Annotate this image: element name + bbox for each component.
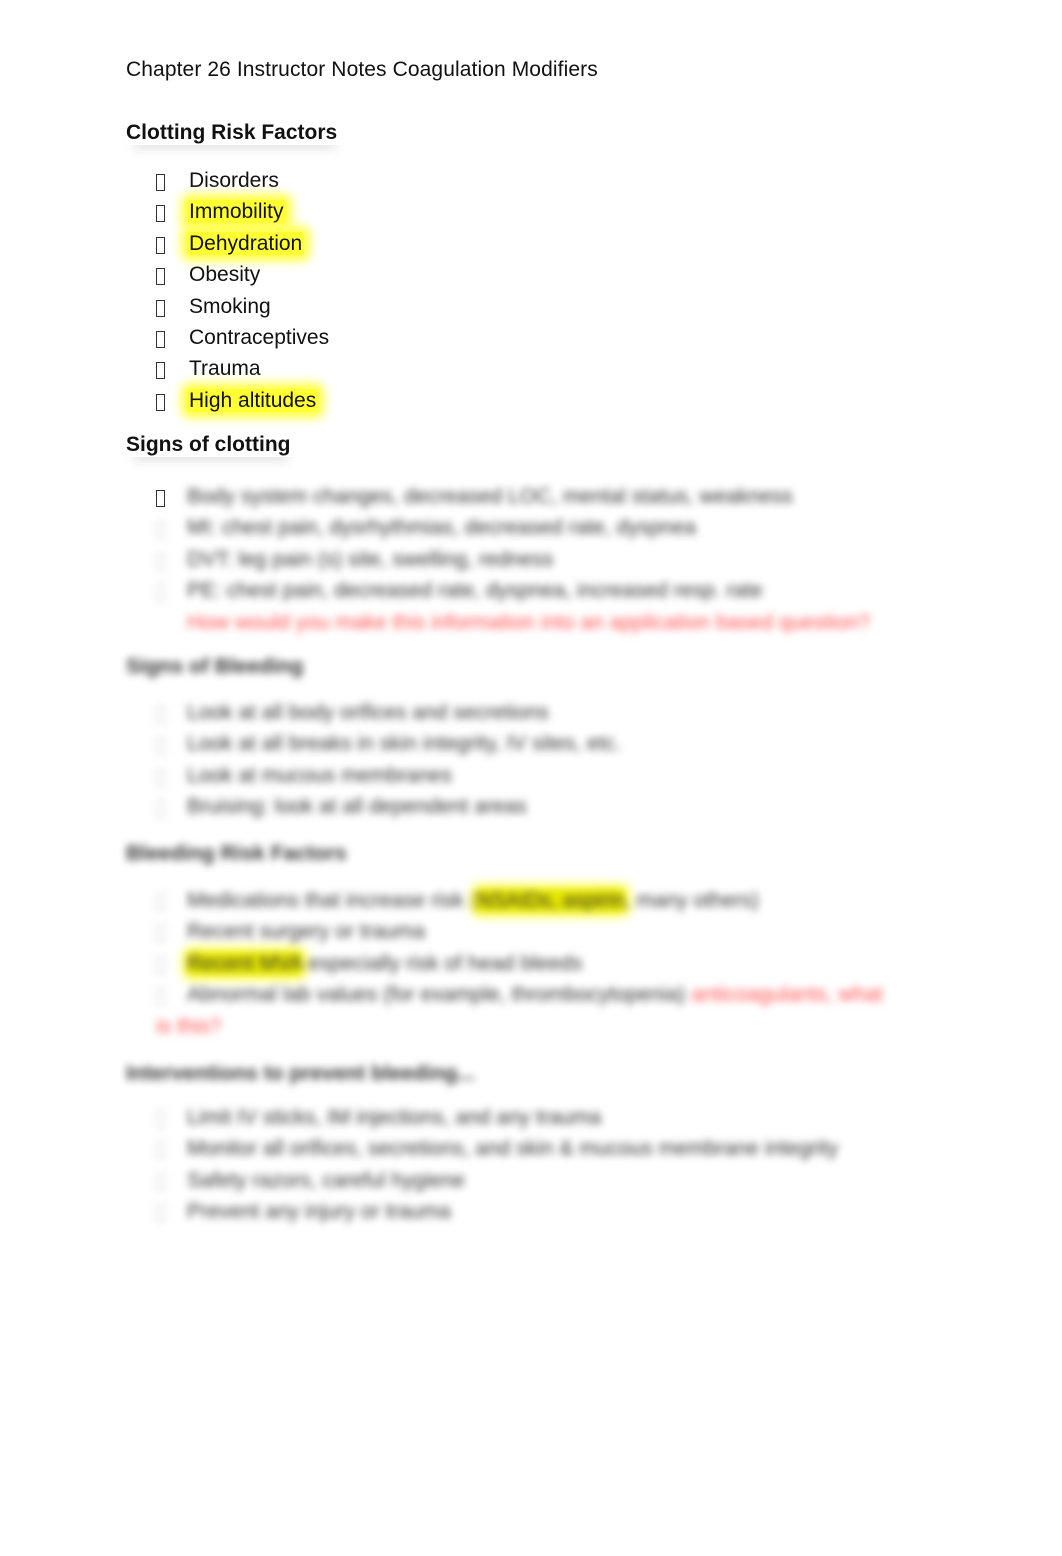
list-item-text: Abnormal lab values (for example, thromb… xyxy=(187,983,692,1007)
highlighted-text: NSAIDs, aspirin xyxy=(476,889,625,912)
list-item-text: Recent surgery or trauma xyxy=(187,920,426,944)
bullet-icon xyxy=(156,1110,165,1128)
list-item: Look at all breaks in skin integrity, IV… xyxy=(156,728,621,759)
list-item: Dehydration xyxy=(156,228,331,259)
bullet-icon xyxy=(156,1205,165,1223)
bullet-icon xyxy=(156,925,165,943)
signs-of-clotting-list: Body system changes, decreased LOC, ment… xyxy=(156,481,870,638)
list-item-text: Safety razors, careful hygiene xyxy=(187,1168,465,1192)
bullet-icon xyxy=(156,299,165,317)
list-item: MI: chest pain, dysrhythmias, decreased … xyxy=(156,512,870,543)
list-item-text: Limit IV sticks, IM injections, and any … xyxy=(187,1106,602,1129)
bullet-icon xyxy=(156,236,165,254)
document-page: Chapter 26 Instructor Notes Coagulation … xyxy=(0,0,1062,1556)
list-item-text: , many others) xyxy=(624,889,759,912)
list-item: Bruising: look at all dependent areas xyxy=(156,791,621,822)
list-item: Medications that increase risk (NSAIDs, … xyxy=(156,885,896,916)
list-item-text: Look at all breaks in skin integrity, IV… xyxy=(187,732,621,756)
bullet-icon xyxy=(156,173,165,191)
clotting-risk-factors-list: Disorders Immobility Dehydration Obesity… xyxy=(156,165,331,416)
bullet-icon xyxy=(156,737,165,755)
list-item-text: PE: chest pain, decreased rate, dyspnea,… xyxy=(187,579,763,603)
bullet-icon xyxy=(156,1173,165,1191)
section-heading-bleeding-risk-factors: Bleeding Risk Factors xyxy=(126,842,347,865)
interventions-list: Limit IV sticks, IM injections, and any … xyxy=(156,1102,838,1228)
list-item: Disorders xyxy=(156,165,331,196)
highlighted-text: Recent MVA xyxy=(187,951,303,975)
list-item: Abnormal lab values (for example, thromb… xyxy=(156,979,896,1042)
list-item: Look at all body orifices and secretions xyxy=(156,697,621,728)
list-item: Recent surgery or trauma xyxy=(156,916,896,947)
list-item-text: Medications that increase risk ( xyxy=(187,889,477,912)
bullet-icon xyxy=(156,1142,165,1160)
highlighted-text: Immobility xyxy=(187,200,286,224)
section-heading-clotting-risk-factors: Clotting Risk Factors xyxy=(126,121,343,145)
bullet-icon xyxy=(156,393,165,411)
bullet-icon xyxy=(156,362,165,380)
highlighted-text: High altitudes xyxy=(187,388,319,412)
bullet-icon xyxy=(156,705,165,723)
document-title: Chapter 26 Instructor Notes Coagulation … xyxy=(126,58,598,81)
list-item: Obesity xyxy=(156,259,331,290)
list-item-text: Body system changes, decreased LOC, ment… xyxy=(187,485,793,508)
list-item: Trauma xyxy=(156,353,331,384)
bullet-icon xyxy=(156,800,165,818)
bullet-icon xyxy=(156,988,165,1006)
list-item: PE: chest pain, decreased rate, dyspnea,… xyxy=(156,575,870,606)
list-item-text: Bruising: look at all dependent areas xyxy=(187,795,527,819)
bullet-icon xyxy=(156,205,165,223)
list-item: Recent MVA especially risk of head bleed… xyxy=(156,948,896,979)
bullet-icon xyxy=(156,956,165,974)
list-item: DVT: leg pain (s) site, swelling, rednes… xyxy=(156,544,870,575)
list-item-text: Contraceptives xyxy=(189,325,330,349)
list-item-text: Disorders xyxy=(189,169,279,192)
bullet-icon xyxy=(156,330,165,348)
list-item-text: especially risk of head bleeds xyxy=(302,951,583,975)
list-item: Body system changes, decreased LOC, ment… xyxy=(156,481,870,512)
section-heading-signs-of-bleeding: Signs of Bleeding xyxy=(126,655,304,678)
signs-of-bleeding-list: Look at all body orifices and secretions… xyxy=(156,697,621,823)
bullet-icon xyxy=(156,521,165,539)
note-line: How would you make this information into… xyxy=(156,607,870,638)
list-item: Look at mucous membranes xyxy=(156,760,621,791)
list-item: Immobility xyxy=(156,196,331,227)
list-item-text: DVT: leg pain (s) site, swelling, rednes… xyxy=(187,547,554,571)
list-item-text: Obesity xyxy=(189,263,261,287)
list-item: High altitudes xyxy=(156,385,331,416)
bullet-icon xyxy=(156,584,165,602)
bullet-icon xyxy=(156,552,165,570)
list-item-text: Smoking xyxy=(189,294,271,318)
list-item: Limit IV sticks, IM injections, and any … xyxy=(156,1102,838,1133)
list-item-text: Prevent any injury or trauma xyxy=(187,1200,451,1224)
bullet-icon xyxy=(156,489,165,507)
highlighted-text: Dehydration xyxy=(187,231,305,255)
bleeding-risk-factors-list: Medications that increase risk (NSAIDs, … xyxy=(156,885,896,1042)
list-item-text: MI: chest pain, dysrhythmias, decreased … xyxy=(187,516,696,540)
instructor-note: How would you make this information into… xyxy=(187,610,870,634)
list-item-text: Look at mucous membranes xyxy=(187,763,452,787)
list-item-text: Look at all body orifices and secretions xyxy=(187,701,549,724)
section-heading-signs-of-clotting: Signs of clotting xyxy=(126,433,296,457)
bullet-icon xyxy=(156,893,165,911)
list-item: Prevent any injury or trauma xyxy=(156,1196,838,1227)
list-item: Contraceptives xyxy=(156,322,331,353)
bullet-icon xyxy=(156,768,165,786)
list-item: Monitor all orifices, secretions, and sk… xyxy=(156,1133,838,1164)
list-item-text: Trauma xyxy=(189,357,261,381)
section-heading-interventions: Interventions to prevent bleeding... xyxy=(126,1062,475,1085)
list-item-text: Monitor all orifices, secretions, and sk… xyxy=(187,1137,839,1161)
list-item: Safety razors, careful hygiene xyxy=(156,1165,838,1196)
list-item: Smoking xyxy=(156,291,331,322)
bullet-icon xyxy=(156,268,165,286)
